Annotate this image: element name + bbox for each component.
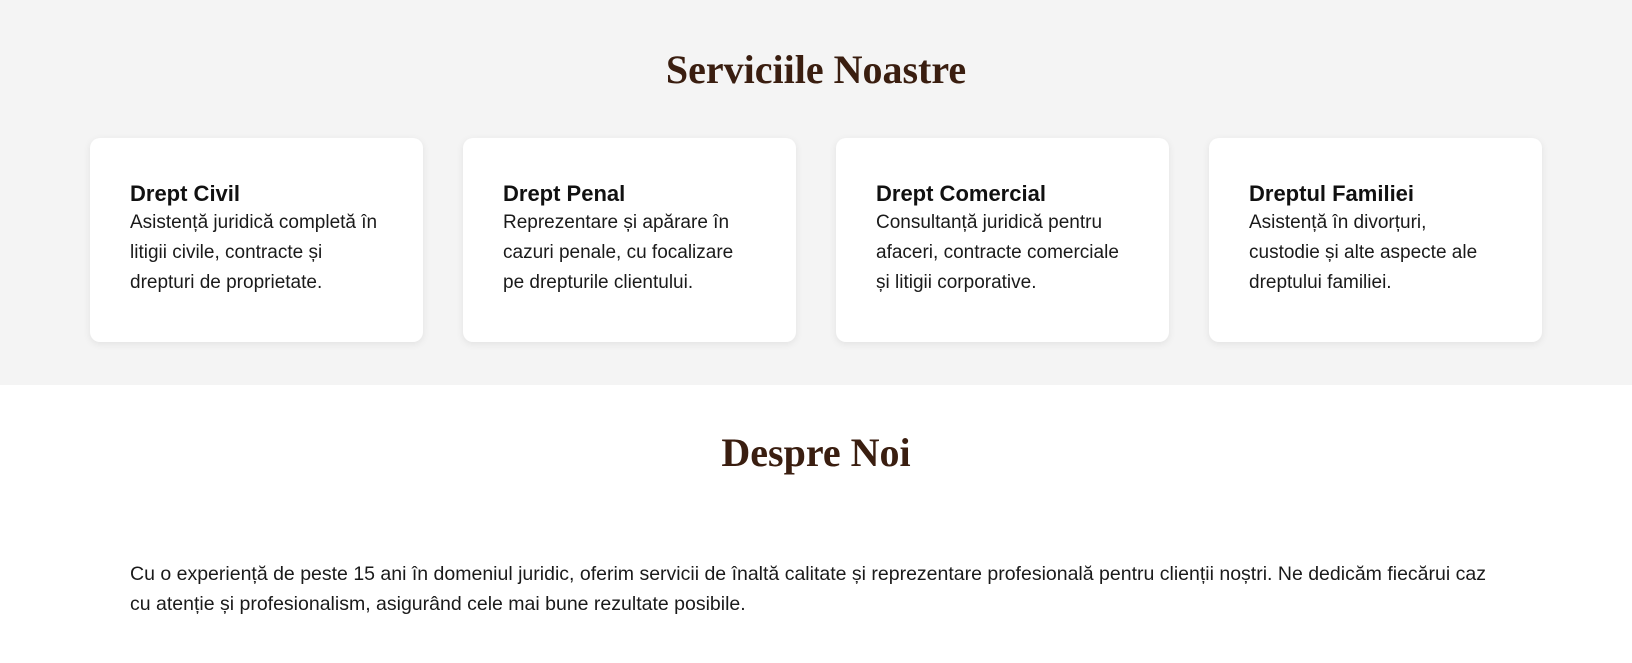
service-card-title: Drept Comercial	[876, 181, 1046, 206]
about-title: Despre Noi	[721, 430, 911, 475]
service-card-civil: Drept Civil Asistență juridică completă …	[90, 138, 423, 342]
service-card-penal: Drept Penal Reprezentare și apărare în c…	[463, 138, 796, 342]
service-card-text: Asistență în divorțuri, custodie și alte…	[1249, 212, 1478, 293]
service-card-title: Dreptul Familiei	[1249, 181, 1415, 206]
service-card-text: Consultanță juridică pentru afaceri, con…	[876, 212, 1119, 293]
service-card-comercial: Drept Comercial Consultanță juridică pen…	[836, 138, 1169, 342]
service-card-text: Reprezentare și apărare în cazuri penale…	[503, 212, 734, 293]
services-title: Serviciile Noastre	[665, 47, 967, 92]
service-card-title: Drept Penal	[503, 181, 626, 206]
service-card-title: Drept Civil	[130, 181, 241, 206]
service-card-text: Asistență juridică completă în litigii c…	[130, 212, 378, 293]
about-section: Despre Noi Cu o experiență de peste 15 a…	[0, 385, 1632, 619]
about-text: Cu o experiență de peste 15 ani în domen…	[130, 563, 1486, 615]
services-section: Serviciile Noastre Drept Civil Asistență…	[0, 0, 1632, 385]
services-cards: Drept Civil Asistență juridică completă …	[0, 138, 1632, 342]
service-card-familiei: Dreptul Familiei Asistență în divorțuri,…	[1209, 138, 1542, 342]
